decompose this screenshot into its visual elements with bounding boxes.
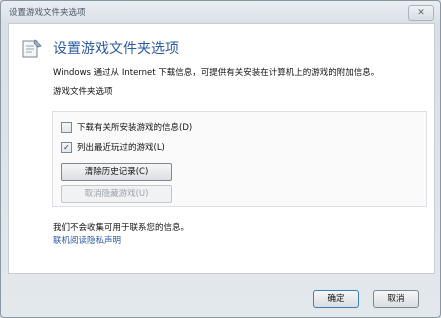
unhide-games-button[interactable]: 取消隐藏游戏(U) <box>61 185 172 203</box>
page-title: 设置游戏文件夹选项 <box>53 41 179 57</box>
download-info-label: 下载有关所安装游戏的信息(D) <box>77 123 193 133</box>
close-button[interactable]: ✕ <box>408 5 434 21</box>
dialog-content: 设置游戏文件夹选项 Windows 通过从 Internet 下载信息，可提供有… <box>8 23 435 274</box>
description-text: Windows 通过从 Internet 下载信息，可提供有关安装在计算机上的游… <box>53 68 380 78</box>
cancel-button[interactable]: 取消 <box>373 290 419 308</box>
description: Windows 通过从 Internet 下载信息，可提供有关安装在计算机上的游… <box>53 64 425 102</box>
list-recent-checkbox[interactable]: ✓ <box>61 141 72 153</box>
title-bar[interactable]: 设置游戏文件夹选项 ✕ <box>1 1 440 23</box>
dialog-window: 设置游戏文件夹选项 ✕ 设置游戏文件夹选项 Windows 通过从 Intern… <box>0 0 441 318</box>
ok-button[interactable]: 确定 <box>313 290 359 308</box>
list-recent-label: 列出最近玩过的游戏(L) <box>77 143 165 153</box>
download-info-option[interactable]: 下载有关所安装游戏的信息(D) <box>61 121 192 133</box>
clear-history-button[interactable]: 清除历史记录(C) <box>61 163 172 181</box>
options-group: 下载有关所安装游戏的信息(D) ✓ 列出最近玩过的游戏(L) 清除历史记录(C)… <box>52 111 427 207</box>
window-title: 设置游戏文件夹选项 <box>9 8 86 18</box>
list-recent-option[interactable]: ✓ 列出最近玩过的游戏(L) <box>61 141 165 153</box>
privacy-link[interactable]: 联机阅读隐私声明 <box>53 235 189 248</box>
privacy-text: 我们不会收集可用于联系您的信息。 <box>53 223 190 233</box>
section-label: 游戏文件夹选项 <box>53 87 113 97</box>
download-info-checkbox[interactable] <box>61 121 72 133</box>
options-icon <box>22 39 42 58</box>
privacy-section: 我们不会收集可用于联系您的信息。 联机阅读隐私声明 <box>53 222 189 248</box>
close-icon: ✕ <box>417 8 425 18</box>
